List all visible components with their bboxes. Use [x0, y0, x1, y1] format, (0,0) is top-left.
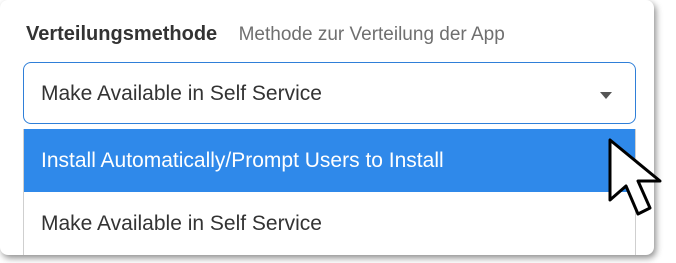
mouse-pointer-icon [608, 138, 662, 216]
field-label: Verteilungsmethode [26, 23, 218, 45]
caret-down-icon [600, 92, 612, 99]
select-value: Make Available in Self Service [41, 82, 322, 105]
distribution-method-panel: Verteilungsmethode Methode zur Verteilun… [0, 0, 654, 255]
distribution-method-select[interactable]: Make Available in Self Service [23, 62, 636, 124]
field-description: Methode zur Verteilung der App [238, 24, 505, 45]
option-install-automatically[interactable]: Install Automatically/Prompt Users to In… [24, 129, 635, 192]
dropdown-menu: Install Automatically/Prompt Users to In… [23, 129, 636, 255]
field-header: Verteilungsmethode Methode zur Verteilun… [26, 23, 505, 46]
option-self-service[interactable]: Make Available in Self Service [24, 192, 635, 255]
